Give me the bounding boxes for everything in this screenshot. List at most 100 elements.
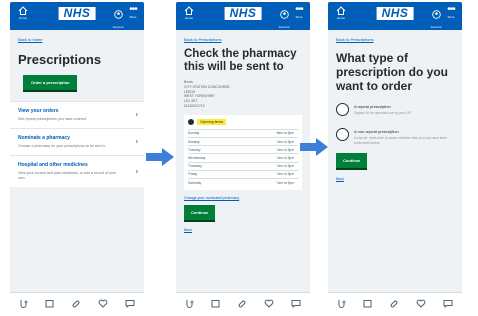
list-item-title: View your orders [18, 108, 59, 114]
more-icon: ••• [295, 4, 304, 15]
main-content: Back to Prescriptions Check the pharmacy… [176, 30, 310, 292]
app-header: Home NHS Account ••• More [10, 2, 144, 30]
radio-hint: Signed off for repeated use by your GP [354, 111, 412, 115]
messages-icon[interactable] [125, 299, 135, 308]
nhs-logo: NHS [224, 7, 262, 20]
chevron-right-icon: › [135, 111, 138, 119]
clock-icon [188, 118, 194, 125]
prescriptions-icon[interactable] [389, 299, 399, 309]
continue-button[interactable]: Continue [184, 205, 216, 221]
table-row: Wednesday 7am to 9pm [188, 153, 298, 163]
home-label: Home [336, 16, 345, 20]
table-row: Saturday 7am to 9pm [188, 177, 298, 187]
radio-option-repeat[interactable]: A repeat prescription Signed off for rep… [328, 103, 462, 116]
advice-icon[interactable] [337, 299, 346, 309]
account-icon [431, 10, 441, 19]
list-item-title: Hospital and other medicines [18, 162, 88, 168]
back-link[interactable]: Back to home [10, 30, 144, 42]
more-button[interactable]: ••• More [292, 4, 306, 20]
arrow-right-icon [146, 148, 174, 166]
more-label: More [129, 15, 137, 19]
time-cell: 7am to 9pm [237, 153, 298, 163]
opening-times-header: Opening times [188, 118, 298, 125]
chevron-right-icon: › [135, 168, 138, 175]
time-cell: 7am to 9pm [237, 177, 298, 187]
health-record-icon[interactable] [98, 299, 108, 308]
screen-prescriptions: Home NHS Account ••• More Back to home P… [10, 2, 144, 314]
more-icon: ••• [447, 4, 456, 15]
radio-button[interactable] [336, 128, 349, 141]
main-content: Back to Prescriptions What type of presc… [328, 30, 462, 292]
back-link[interactable]: Back to Prescriptions [328, 30, 462, 42]
nhs-logo: NHS [376, 7, 414, 20]
main-content: Back to home Prescriptions Order a presc… [10, 30, 144, 292]
radio-label: A repeat prescription [354, 104, 391, 109]
day-cell: Wednesday [188, 153, 238, 163]
account-button[interactable]: Account [112, 6, 124, 29]
time-cell: 7am to 9pm [237, 161, 298, 171]
day-cell: Monday [188, 136, 238, 146]
appointments-icon[interactable] [363, 299, 372, 308]
more-label: More [295, 15, 303, 19]
account-label: Account [430, 25, 442, 29]
more-button[interactable]: ••• More [126, 5, 140, 20]
time-cell: 7am to 9pm [237, 145, 298, 154]
radio-option-non-repeat[interactable]: A non-repeat prescription A one-off, sho… [328, 128, 462, 145]
continue-button[interactable]: Continue [336, 153, 368, 169]
health-record-icon[interactable] [264, 299, 274, 308]
account-button[interactable]: Account [278, 6, 290, 29]
home-label: Home [184, 16, 193, 20]
list-item-nominate-pharmacy[interactable]: Nominate a pharmacy Choose a pharmacy fo… [10, 128, 144, 155]
list-item-hospital-medicines[interactable]: Hospital and other medicines View your c… [10, 155, 144, 187]
list-item-description: View your current and past medicines, or… [18, 171, 117, 180]
back-link-bottom[interactable]: Back [328, 177, 462, 181]
home-icon [184, 6, 194, 15]
address-line: 01132421713 [184, 103, 205, 108]
table-row: Sunday 9am to 6pm [188, 128, 298, 138]
page-title: Prescriptions [18, 52, 102, 67]
messages-icon[interactable] [291, 299, 301, 308]
radio-button[interactable] [336, 103, 349, 116]
screen-prescription-type: Home NHS Account ••• More Back to Prescr… [328, 2, 462, 314]
table-row: Monday 7am to 9pm [188, 136, 298, 146]
day-cell: Friday [188, 169, 238, 179]
day-cell: Sunday [188, 128, 238, 138]
back-link[interactable]: Back to Prescriptions [176, 30, 310, 42]
change-pharmacy-link[interactable]: Change your nominated pharmacy [176, 196, 310, 200]
day-cell: Thursday [188, 161, 238, 171]
nhs-logo: NHS [58, 7, 96, 20]
bottom-tab-bar [10, 292, 144, 314]
radio-text: A non-repeat prescription A one-off, sho… [354, 128, 454, 145]
pharmacy-address: Boots CITY STATION CONCOURSE LEEDS WEST … [176, 74, 310, 109]
advice-icon[interactable] [19, 299, 28, 309]
appointments-icon[interactable] [45, 299, 54, 308]
list-item-view-orders[interactable]: View your orders See repeat prescription… [10, 101, 144, 128]
page-title: What type of prescription do you want to… [336, 51, 449, 93]
order-prescription-button[interactable]: Order a prescription [23, 75, 78, 90]
home-button[interactable]: Home [181, 6, 197, 20]
advice-icon[interactable] [185, 299, 194, 309]
time-cell: 7am to 9pm [237, 136, 298, 146]
account-button[interactable]: Account [430, 6, 442, 29]
opening-times-table: Sunday 9am to 6pm Monday 7am to 9pm Tuesda… [188, 128, 298, 187]
table-row: Tuesday 7am to 9pm [188, 145, 298, 154]
app-header: Home NHS Account ••• More [176, 2, 310, 30]
list-item-description: Choose a pharmacy for your prescriptions… [18, 144, 106, 148]
messages-icon[interactable] [443, 299, 453, 308]
back-link-bottom[interactable]: Back [176, 228, 310, 232]
home-icon [18, 6, 28, 15]
more-label: More [447, 15, 455, 19]
table-row: Friday 7am to 9pm [188, 169, 298, 179]
list-item-description: See repeat prescriptions you have ordere… [18, 117, 86, 121]
time-cell: 7am to 9pm [237, 169, 298, 179]
appointments-icon[interactable] [211, 299, 220, 308]
radio-hint: A one-off, short-term or acute medicine … [354, 136, 448, 145]
bottom-tab-bar [328, 292, 462, 314]
health-record-icon[interactable] [416, 299, 426, 308]
more-button[interactable]: ••• More [444, 4, 458, 20]
home-button[interactable]: Home [333, 6, 349, 20]
page-title: Check the pharmacy this will be sent to [184, 48, 297, 73]
prescriptions-icon[interactable] [237, 299, 247, 309]
home-button[interactable]: Home [15, 6, 31, 20]
prescriptions-icon[interactable] [71, 299, 81, 309]
